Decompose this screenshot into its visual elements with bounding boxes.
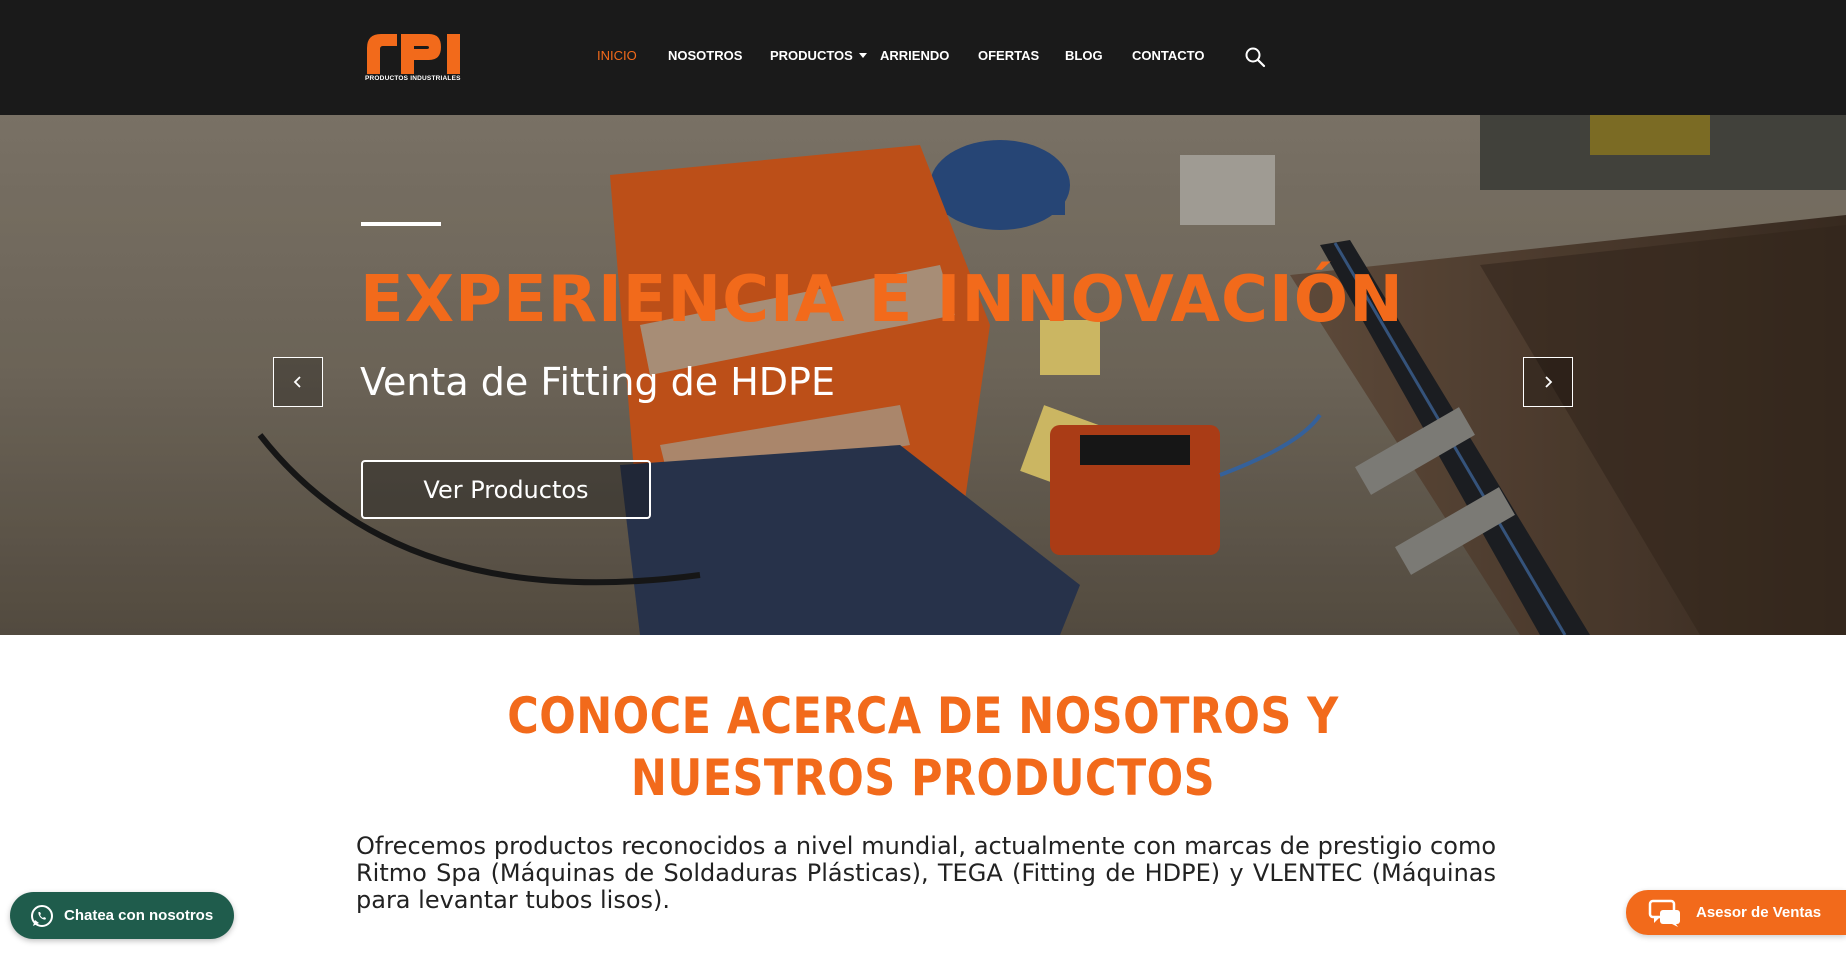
hero-subtitle: Venta de Fitting de HDPE: [360, 360, 835, 404]
about-title-line2: NUESTROS PRODUCTOS: [630, 749, 1216, 807]
hero-slider: EXPERIENCIA E INNOVACIÓN Venta de Fittin…: [0, 115, 1846, 635]
chat-bubble-icon: [1648, 899, 1680, 927]
ver-productos-button[interactable]: Ver Productos: [361, 460, 651, 519]
site-header: PRODUCTOS INDUSTRIALES INICIO NOSOTROS P…: [0, 0, 1846, 115]
nav-inicio[interactable]: INICIO: [597, 48, 637, 63]
logo-mark: [367, 34, 460, 74]
nav-nosotros[interactable]: NOSOTROS: [668, 48, 742, 63]
hero-title: EXPERIENCIA E INNOVACIÓN: [360, 263, 1404, 337]
chevron-left-icon: [293, 376, 301, 388]
brand-logo[interactable]: PRODUCTOS INDUSTRIALES: [365, 30, 471, 86]
search-icon[interactable]: [1244, 46, 1266, 68]
hero-divider: [361, 222, 441, 226]
advisor-label: Asesor de Ventas: [1696, 904, 1822, 921]
nav-ofertas[interactable]: OFERTAS: [978, 48, 1039, 63]
nav-arriendo[interactable]: ARRIENDO: [880, 48, 949, 63]
chevron-right-icon: [1545, 376, 1553, 388]
slider-prev-button[interactable]: [273, 357, 323, 407]
about-title: CONOCE ACERCA DE NOSOTROS Y NUESTROS PRO…: [129, 685, 1717, 809]
caret-down-icon: [858, 53, 867, 58]
slider-next-button[interactable]: [1523, 357, 1573, 407]
about-title-line1: CONOCE ACERCA DE NOSOTROS Y: [507, 687, 1339, 745]
whatsapp-icon: [31, 904, 53, 927]
about-text: Ofrecemos productos reconocidos a nivel …: [356, 832, 1496, 914]
whatsapp-label: Chatea con nosotros: [64, 907, 214, 924]
nav-productos-label: PRODUCTOS: [770, 48, 853, 63]
nav-contacto[interactable]: CONTACTO: [1132, 48, 1204, 63]
nav-blog[interactable]: BLOG: [1065, 48, 1103, 63]
sales-advisor-button[interactable]: Asesor de Ventas: [1626, 890, 1846, 935]
whatsapp-chat-button[interactable]: Chatea con nosotros: [10, 892, 234, 939]
logo-subtitle: PRODUCTOS INDUSTRIALES: [365, 75, 461, 82]
nav-productos[interactable]: PRODUCTOS: [770, 48, 867, 63]
